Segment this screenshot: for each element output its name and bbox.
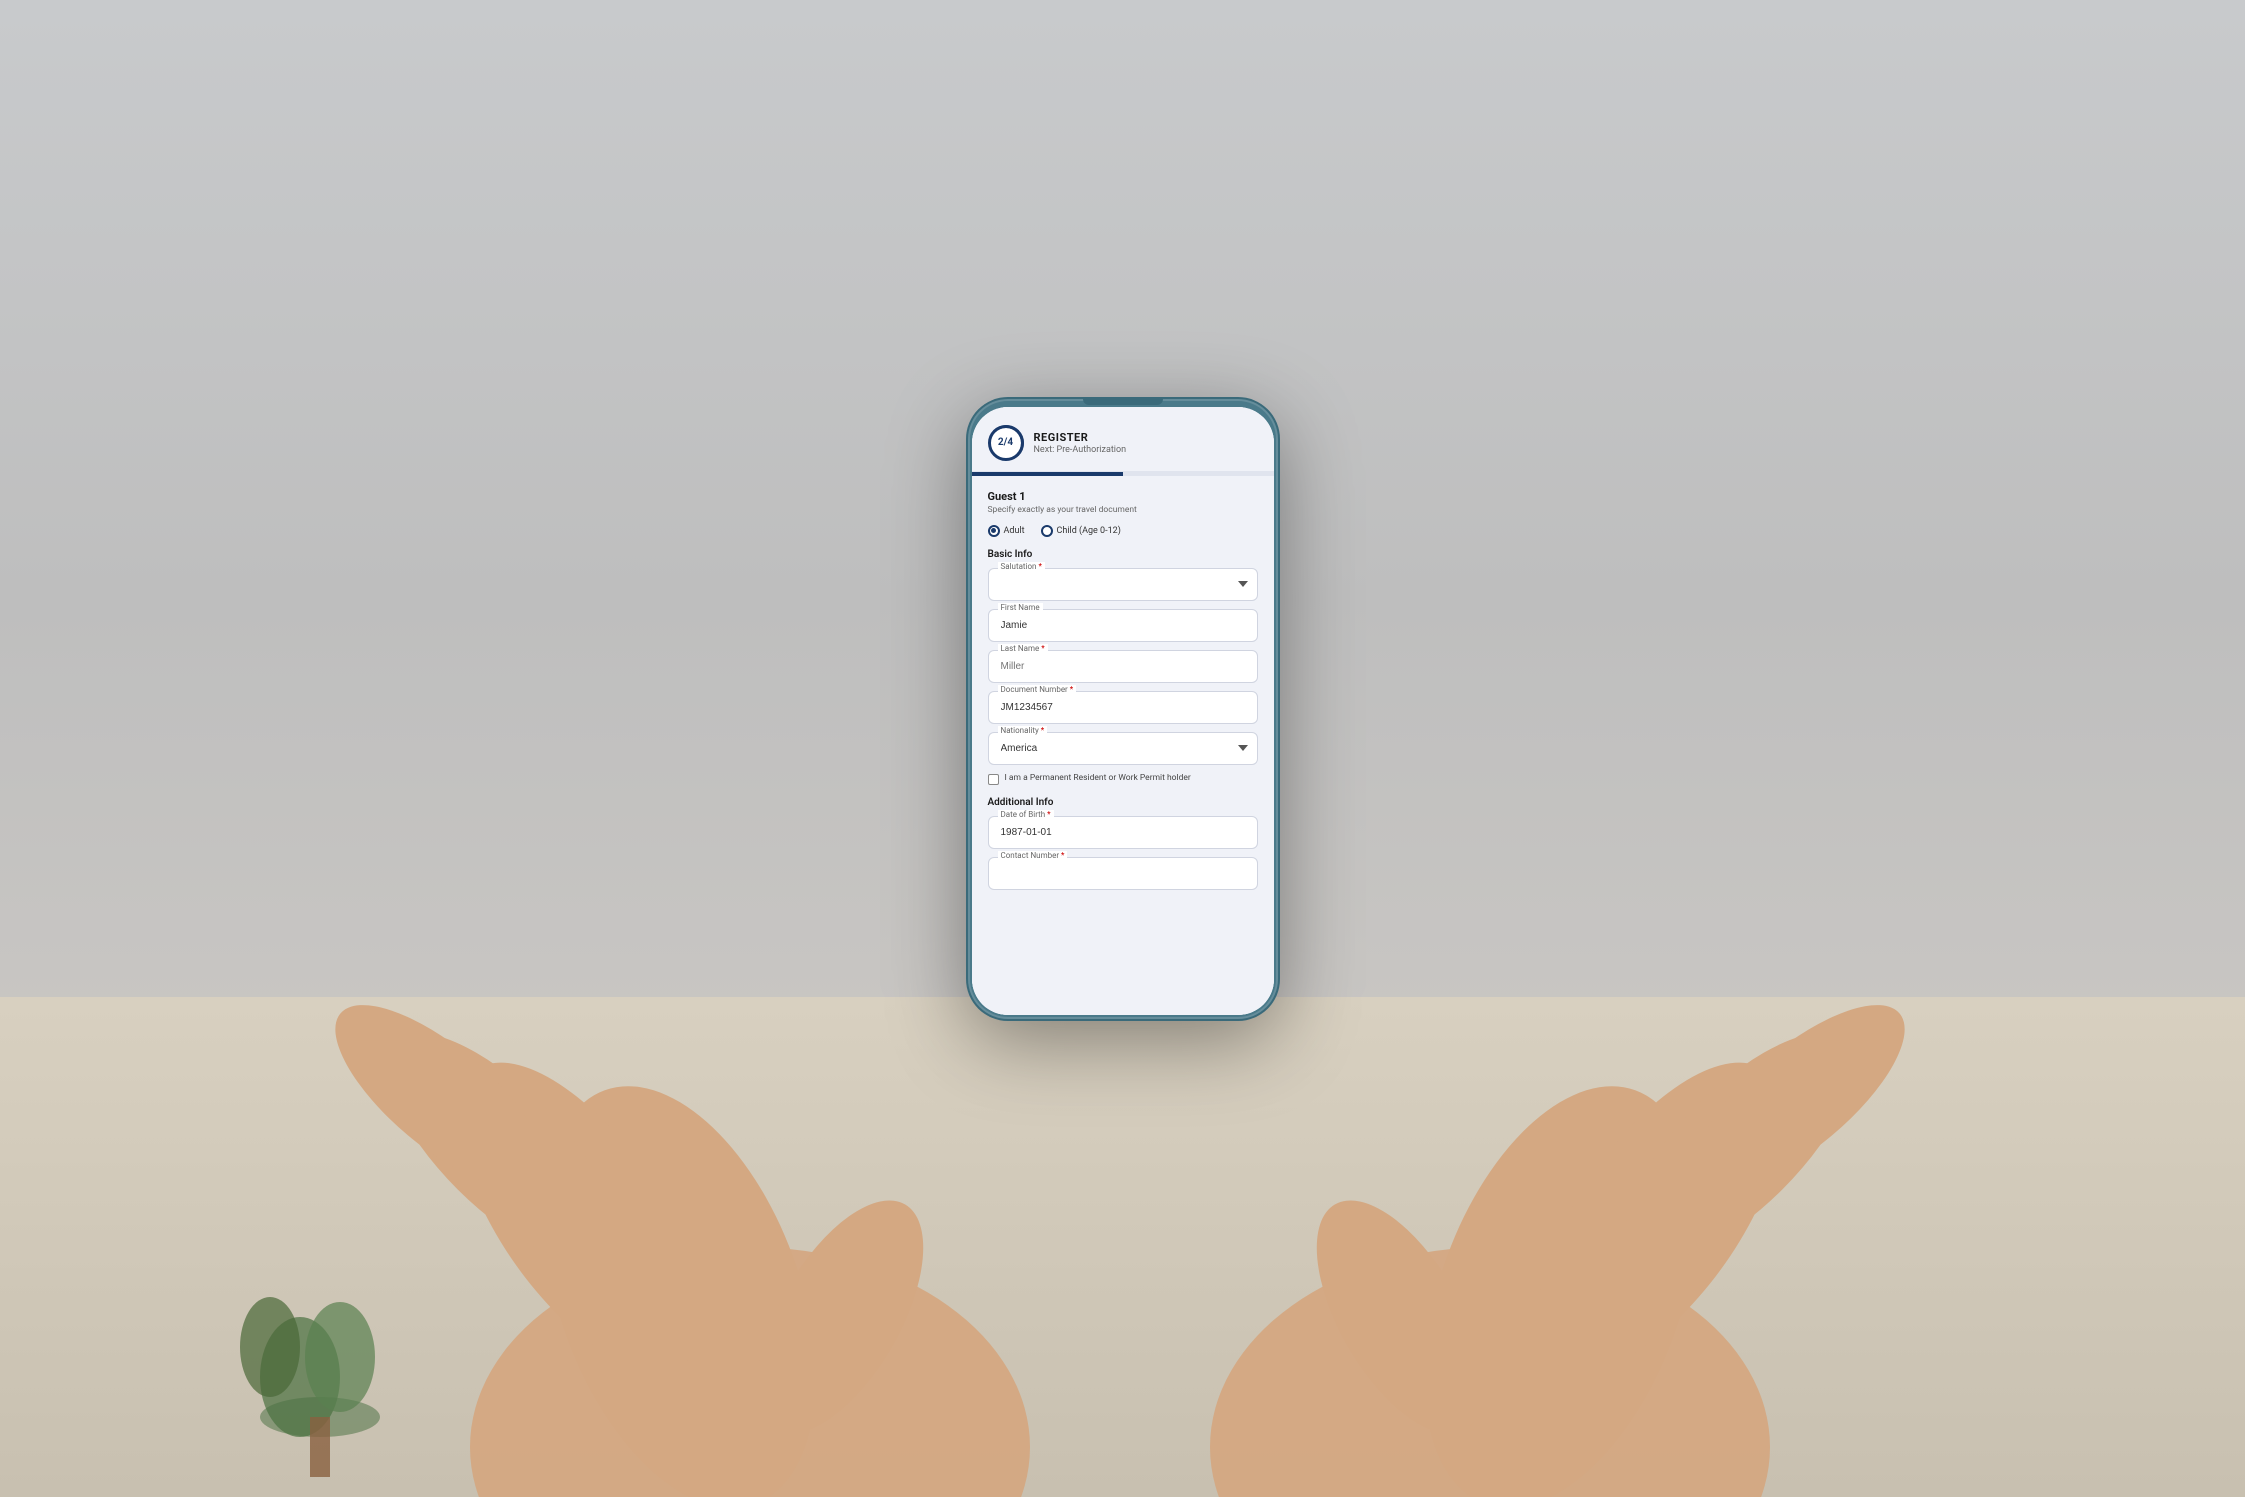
first-name-field: First Name [988, 609, 1258, 642]
salutation-select-wrapper: Mr Ms Mrs Dr [988, 568, 1258, 601]
table-surface [0, 997, 2245, 1497]
phone-device: 2/4 REGISTER Next: Pre-Authorization Gue… [968, 399, 1278, 1019]
guest-type-group: Adult Child (Age 0-12) [988, 525, 1258, 537]
progress-bar [972, 472, 1274, 476]
progress-fill [972, 472, 1123, 476]
dob-input[interactable] [988, 816, 1258, 849]
additional-info-title: Additional Info [988, 797, 1258, 808]
step-label: 2/4 [998, 437, 1013, 448]
register-title: REGISTER [1034, 431, 1127, 444]
first-name-label: First Name [998, 603, 1043, 612]
basic-info-title: Basic Info [988, 549, 1258, 560]
last-name-label: Last Name * [998, 644, 1048, 653]
main-wrapper: 2/4 REGISTER Next: Pre-Authorization Gue… [0, 0, 2245, 1497]
step-indicator: 2/4 [988, 425, 1024, 461]
basic-info-section: Basic Info Salutation * Mr Ms [988, 549, 1258, 765]
guest-subtitle: Specify exactly as your travel document [988, 505, 1258, 515]
salutation-select[interactable]: Mr Ms Mrs Dr [988, 568, 1258, 601]
salutation-field: Salutation * Mr Ms Mrs Dr [988, 568, 1258, 601]
document-number-input[interactable] [988, 691, 1258, 724]
additional-info-section: Additional Info Date of Birth * Contact … [988, 797, 1258, 890]
nationality-select-wrapper: America United Kingdom Canada Australia … [988, 732, 1258, 765]
last-name-field: Last Name * [988, 650, 1258, 683]
document-number-field: Document Number * [988, 691, 1258, 724]
nationality-field: Nationality * America United Kingdom Can… [988, 732, 1258, 765]
guest-title: Guest 1 [988, 490, 1258, 503]
radio-adult-dot [988, 525, 1000, 537]
header-text: REGISTER Next: Pre-Authorization [1034, 431, 1127, 455]
first-name-input[interactable] [988, 609, 1258, 642]
radio-adult-label: Adult [1004, 526, 1025, 536]
phone-notch [1083, 399, 1163, 405]
last-name-input[interactable] [988, 650, 1258, 683]
guest-section: Guest 1 Specify exactly as your travel d… [988, 490, 1258, 537]
contact-number-field: Contact Number * [988, 857, 1258, 890]
contact-number-input[interactable] [988, 857, 1258, 890]
form-area[interactable]: Guest 1 Specify exactly as your travel d… [972, 476, 1274, 1015]
dob-label: Date of Birth * [998, 810, 1054, 819]
permanent-resident-checkbox[interactable] [988, 774, 999, 785]
salutation-label: Salutation * [998, 562, 1045, 571]
radio-child[interactable]: Child (Age 0-12) [1041, 525, 1121, 537]
radio-child-label: Child (Age 0-12) [1057, 526, 1121, 536]
contact-number-label: Contact Number * [998, 851, 1068, 860]
document-number-label: Document Number * [998, 685, 1077, 694]
permanent-resident-row: I am a Permanent Resident or Work Permit… [988, 773, 1258, 785]
phone-screen: 2/4 REGISTER Next: Pre-Authorization Gue… [972, 407, 1274, 1015]
app-header: 2/4 REGISTER Next: Pre-Authorization [972, 407, 1274, 472]
nationality-select[interactable]: America United Kingdom Canada Australia … [988, 732, 1258, 765]
next-step-label: Next: Pre-Authorization [1034, 445, 1127, 455]
dob-field: Date of Birth * [988, 816, 1258, 849]
radio-child-dot [1041, 525, 1053, 537]
nationality-label: Nationality * [998, 726, 1048, 735]
radio-adult[interactable]: Adult [988, 525, 1025, 537]
permanent-resident-label: I am a Permanent Resident or Work Permit… [1005, 773, 1191, 785]
app-content: 2/4 REGISTER Next: Pre-Authorization Gue… [972, 407, 1274, 1015]
